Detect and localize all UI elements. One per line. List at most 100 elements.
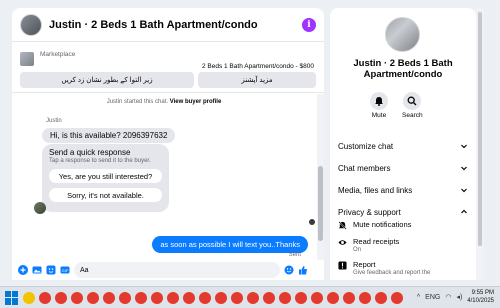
chevron-up-icon[interactable]: ^ [417, 294, 420, 301]
mute-button[interactable]: Mute [370, 92, 388, 119]
bell-off-icon [338, 221, 347, 230]
chevron-up-icon [461, 209, 467, 214]
chrome-icon[interactable] [247, 291, 259, 304]
chrome-icon[interactable] [279, 291, 291, 304]
marketplace-label: Marketplace [40, 51, 76, 58]
option-label: Report [353, 260, 376, 269]
chrome-icon[interactable] [103, 291, 115, 304]
section-media-files-links[interactable]: Media, files and links [330, 180, 476, 200]
gif-icon[interactable]: GIF [60, 265, 70, 275]
message-input[interactable] [74, 262, 280, 278]
windows-taskbar: ^ ENG ◠ ◂) 9:55 PM 4/10/2025 [0, 286, 500, 308]
chat-info-panel: Justin · 2 Beds 1 Bath Apartment/condo M… [330, 8, 476, 280]
profile-avatar[interactable] [385, 17, 420, 52]
chat-panel: Justin · 2 Beds 1 Bath Apartment/condo i… [12, 8, 324, 280]
listing-thumbnail[interactable] [20, 52, 34, 66]
search-button[interactable]: Search [402, 92, 423, 119]
read-receipts-option[interactable]: Read receipts On [338, 237, 472, 253]
chrome-icon[interactable] [135, 291, 147, 304]
thumbs-up-icon[interactable] [298, 265, 308, 275]
mute-notifications-option[interactable]: Mute notifications [338, 220, 472, 230]
contact-avatar[interactable] [20, 13, 42, 36]
option-sublabel: On [353, 247, 362, 253]
section-privacy-support[interactable]: Privacy & support [330, 202, 476, 222]
emoji-icon[interactable] [284, 265, 294, 275]
report-option[interactable]: Report Give feedback and report the [338, 260, 472, 276]
chrome-icon[interactable] [151, 291, 163, 304]
chat-header: Justin · 2 Beds 1 Bath Apartment/condo i [12, 8, 324, 42]
chrome-icon[interactable] [231, 291, 243, 304]
chrome-icon[interactable] [327, 291, 339, 304]
info-icon[interactable]: i [302, 17, 316, 32]
quick-response-card: Send a quick response Tap a response to … [42, 144, 169, 212]
chrome-icon[interactable] [215, 291, 227, 304]
sent-status: Sent [288, 252, 301, 258]
chrome-icon[interactable] [311, 291, 323, 304]
sender-name: Justin [46, 118, 62, 124]
chrome-icon[interactable] [55, 291, 67, 304]
plus-icon[interactable] [18, 265, 28, 275]
search-label: Search [402, 112, 423, 119]
mute-label: Mute [371, 112, 387, 119]
mark-pending-button[interactable]: زیر التوا کے بطور نشان زد کریں [20, 72, 194, 88]
info-panel-scrollbar[interactable] [476, 8, 484, 280]
volume-icon[interactable]: ◂) [456, 293, 462, 301]
marketplace-bar: Marketplace 2 Beds 1 Bath Apartment/cond… [12, 43, 324, 93]
eye-icon [338, 240, 347, 245]
section-label: Media, files and links [338, 185, 413, 195]
section-label: Privacy & support [338, 207, 401, 217]
chrome-icon[interactable] [199, 291, 211, 304]
more-options-button[interactable]: مزید آپشنز [198, 72, 316, 88]
chrome-icon[interactable] [167, 291, 179, 304]
option-sublabel: Give feedback and report the [353, 270, 431, 276]
chrome-icon[interactable] [183, 291, 195, 304]
chrome-icon[interactable] [71, 291, 83, 304]
message-scrollbar[interactable] [317, 94, 324, 260]
chevron-down-icon [461, 166, 467, 171]
chevron-down-icon [461, 188, 467, 193]
chrome-icon[interactable] [263, 291, 275, 304]
quick-response-title: Send a quick response [49, 148, 131, 157]
wifi-icon[interactable]: ◠ [445, 293, 451, 301]
chevron-down-icon [461, 144, 467, 149]
section-customize-chat[interactable]: Customize chat [330, 136, 476, 156]
composer-bar: GIF [12, 260, 324, 280]
incoming-message[interactable]: Hi, is this available? 2096397632 [42, 128, 176, 143]
quick-response-subtitle: Tap a response to send it to the buyer. [49, 158, 151, 164]
chrome-icon[interactable] [119, 291, 131, 304]
profile-actions: Mute Search [370, 92, 423, 119]
chrome-icon[interactable] [391, 291, 403, 304]
chrome-icon[interactable] [359, 291, 371, 304]
sticker-icon[interactable] [46, 265, 56, 275]
chrome-icon[interactable] [39, 291, 51, 304]
sender-avatar [34, 202, 46, 214]
system-message: Justin started this chat. View buyer pro… [12, 99, 316, 105]
seen-indicator [309, 219, 315, 225]
svg-text:GIF: GIF [62, 268, 69, 273]
bell-icon[interactable] [370, 92, 388, 110]
chrome-icon[interactable] [375, 291, 387, 304]
windows-start-icon[interactable] [5, 290, 19, 305]
outgoing-message[interactable]: as soon as possible I will text you..Tha… [152, 236, 308, 253]
option-label: Mute notifications [353, 220, 412, 229]
file-explorer-icon[interactable] [23, 291, 35, 304]
section-label: Customize chat [338, 141, 394, 151]
section-label: Chat members [338, 163, 391, 173]
clock[interactable]: 9:55 PM 4/10/2025 [467, 289, 494, 305]
option-label: Read receipts [353, 237, 400, 246]
quick-reply-yes[interactable]: Yes, are you still interested? [49, 169, 162, 183]
clock-time: 9:55 PM [471, 290, 494, 296]
image-icon[interactable] [32, 265, 42, 275]
chrome-icon[interactable] [295, 291, 307, 304]
language-indicator[interactable]: ENG [425, 294, 440, 301]
view-buyer-profile-link[interactable]: View buyer profile [170, 99, 222, 105]
listing-price[interactable]: 2 Beds 1 Bath Apartment/condo - $800 [202, 63, 314, 70]
profile-title: Justin · 2 Beds 1 Bath Apartment/condo [353, 58, 453, 80]
chrome-icon[interactable] [87, 291, 99, 304]
search-icon[interactable] [403, 92, 422, 110]
section-chat-members[interactable]: Chat members [330, 158, 476, 178]
taskbar-apps [23, 291, 403, 304]
quick-reply-sorry[interactable]: Sorry, it's not available. [49, 188, 162, 202]
chrome-icon[interactable] [343, 291, 355, 304]
chat-title[interactable]: Justin · 2 Beds 1 Bath Apartment/condo [49, 19, 302, 31]
